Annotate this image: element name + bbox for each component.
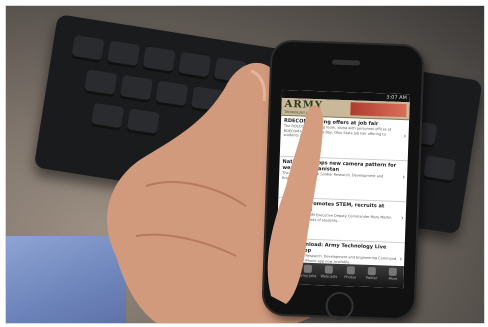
chevron-right-icon: › <box>403 132 407 141</box>
more-icon <box>388 267 398 276</box>
camera-icon <box>346 266 355 275</box>
chevron-right-icon: › <box>400 214 404 223</box>
speaker <box>332 59 361 66</box>
bird-icon <box>367 266 376 276</box>
chevron-right-icon: › <box>402 173 406 182</box>
tab-label: More <box>388 276 398 281</box>
photo: 3:07 AM ARMY TECHNOLOGY LIVE RDECOM maki… <box>5 5 485 324</box>
tab-label: Twitter <box>365 275 378 281</box>
tab-more[interactable]: More <box>382 265 404 288</box>
thumb <box>267 105 323 305</box>
chevron-right-icon: › <box>399 255 403 264</box>
clock-label: 3:07 AM <box>386 94 407 102</box>
image-frame: 3:07 AM ARMY TECHNOLOGY LIVE RDECOM maki… <box>0 0 488 327</box>
soldiers-graphic <box>350 102 407 118</box>
tab-label: Photos <box>344 275 357 280</box>
tab-photos[interactable]: Photos <box>339 264 361 287</box>
tab-twitter[interactable]: Twitter <box>361 265 383 288</box>
